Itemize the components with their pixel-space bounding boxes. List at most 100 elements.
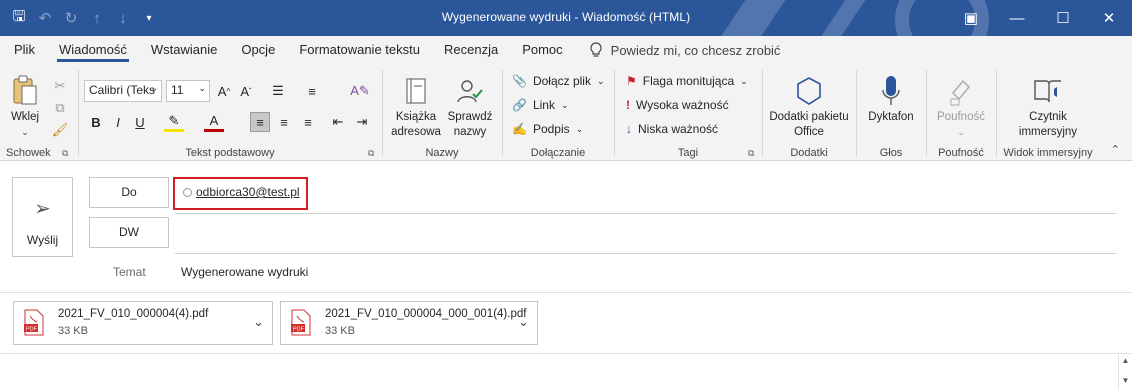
ribbon: Wklej ⌄ ✂ ⧉ 🖌 Schowek ⧉ Calibri (Teks ⌄ …	[0, 64, 1132, 161]
clipboard-launcher-icon[interactable]: ⧉	[62, 148, 72, 158]
align-right-icon[interactable]: ≡	[298, 112, 318, 132]
send-icon: ➢	[34, 198, 51, 220]
font-name-box[interactable]: Calibri (Teks ⌄	[84, 80, 162, 102]
sensitivity-button[interactable]: Poufność ⌄	[932, 74, 990, 140]
font-color-icon[interactable]: A	[204, 112, 224, 132]
grow-font-icon[interactable]: A ^	[214, 81, 234, 101]
scrollbar[interactable]: ▲ ▼	[1118, 355, 1132, 389]
attachment-size: 33 KB	[58, 325, 88, 337]
format-painter-icon[interactable]: 🖌	[50, 120, 70, 140]
tell-me-box[interactable]: Powiedz mi, co chcesz zrobić	[589, 42, 780, 58]
group-label-tags: Tagi	[677, 147, 699, 159]
link-dropdown-icon[interactable]: ⌄	[561, 100, 569, 111]
font-size-dropdown-icon[interactable]: ⌄	[198, 83, 206, 94]
low-importance-label: Niska ważność	[638, 122, 719, 136]
shrink-font-icon[interactable]: Aˇ	[236, 81, 256, 101]
attachment-item[interactable]: PDF 2021_FV_010_000004_000_001(4).pdf 33…	[280, 301, 538, 345]
attach-file-button[interactable]: 📎 Dołącz plik ⌄	[512, 74, 605, 88]
to-button[interactable]: Do	[89, 177, 169, 208]
attachments-divider	[0, 292, 1132, 293]
attachment-size: 33 KB	[325, 325, 355, 337]
link-button[interactable]: 🔗 Link ⌄	[512, 98, 569, 112]
dictate-button[interactable]: Dyktafon	[862, 74, 920, 125]
to-input[interactable]	[175, 185, 1116, 213]
font-name-dropdown-icon[interactable]: ⌄	[150, 83, 158, 94]
group-label-voice: Głos	[879, 147, 903, 159]
tab-format-text[interactable]: Formatowanie tekstu	[287, 36, 432, 64]
group-basic-text: Calibri (Teks ⌄ 11 ⌄ A ^ Aˇ ☰ ≡ A✎ B I U …	[80, 68, 380, 160]
cc-input[interactable]	[175, 221, 1116, 251]
highlight-icon[interactable]: ✎	[164, 112, 184, 132]
ribbon-display-options-icon[interactable]: ▣	[948, 0, 994, 36]
increase-indent-icon[interactable]: ⇥	[352, 112, 372, 132]
minimize-icon[interactable]: —	[994, 0, 1040, 36]
tab-options[interactable]: Opcje	[229, 36, 287, 64]
tags-launcher-icon[interactable]: ⧉	[748, 148, 758, 158]
maximize-icon[interactable]: ☐	[1040, 0, 1086, 36]
immersive-reader-button[interactable]: Czytnik immersyjny	[1006, 74, 1090, 140]
chevron-down-icon[interactable]: ⌄	[253, 314, 264, 330]
title-bar: 🖫 ↶ ↻ ↑ ↓ ▾ Wygenerowane wydruki - Wiado…	[0, 0, 1132, 36]
tab-file[interactable]: Plik	[2, 36, 47, 64]
message-body[interactable]	[0, 355, 1116, 389]
scroll-down-icon[interactable]: ▼	[1119, 375, 1132, 387]
cc-field-underline	[175, 253, 1116, 254]
chevron-down-icon[interactable]: ⌄	[518, 314, 529, 330]
align-left-icon[interactable]: ≡	[250, 112, 270, 132]
tab-review[interactable]: Recenzja	[432, 36, 510, 64]
cc-button[interactable]: DW	[89, 217, 169, 248]
sensitivity-dropdown-icon[interactable]: ⌄	[932, 125, 990, 140]
group-label-immersive: Widok immersyjny	[1003, 147, 1093, 159]
low-importance-icon: ↓	[626, 122, 632, 136]
paste-dropdown-icon[interactable]: ⌄	[6, 125, 44, 140]
close-icon[interactable]: ✕	[1086, 0, 1132, 36]
send-label: Wyślij	[26, 233, 59, 247]
attach-file-dropdown-icon[interactable]: ⌄	[597, 76, 605, 87]
address-book-button[interactable]: Książka adresowa	[388, 74, 444, 140]
align-center-icon[interactable]: ≡	[274, 112, 294, 132]
decrease-indent-icon[interactable]: ⇤	[328, 112, 348, 132]
scroll-up-icon[interactable]: ▲	[1119, 355, 1132, 367]
follow-up-button[interactable]: ⚑ Flaga monitująca ⌄	[626, 74, 748, 88]
attach-file-label: Dołącz plik	[532, 74, 591, 88]
subject-label: Temat	[113, 265, 146, 279]
bullets-icon[interactable]: ☰	[268, 81, 288, 101]
low-importance-button[interactable]: ↓ Niska ważność	[626, 122, 718, 136]
basic-text-launcher-icon[interactable]: ⧉	[368, 148, 378, 158]
styles-icon[interactable]: A✎	[350, 81, 370, 101]
underline-icon[interactable]: U	[130, 112, 150, 132]
check-names-button[interactable]: Sprawdź nazwy	[444, 74, 496, 140]
signature-dropdown-icon[interactable]: ⌄	[576, 124, 584, 135]
paste-icon	[13, 75, 37, 105]
tab-help[interactable]: Pomoc	[510, 36, 574, 64]
copy-icon[interactable]: ⧉	[50, 98, 70, 118]
tab-message[interactable]: Wiadomość	[47, 36, 139, 64]
office-addins-button[interactable]: Dodatki pakietu Office	[768, 74, 850, 140]
office-addins-label: Dodatki pakietu Office	[769, 111, 849, 138]
cut-icon[interactable]: ✂	[50, 76, 70, 96]
high-importance-button[interactable]: ! Wysoka ważność	[626, 98, 729, 112]
tab-insert[interactable]: Wstawianie	[139, 36, 229, 64]
font-size-box[interactable]: 11 ⌄	[166, 80, 210, 102]
send-button[interactable]: ➢ Wyślij	[12, 177, 73, 257]
check-names-icon	[457, 80, 483, 103]
italic-icon[interactable]: I	[108, 112, 128, 132]
immersive-reader-icon	[1034, 80, 1061, 103]
group-names: Książka adresowa Sprawdź nazwy Nazwy	[384, 68, 500, 160]
sensitivity-icon	[950, 79, 970, 106]
dictate-label: Dyktafon	[868, 111, 914, 123]
follow-up-dropdown-icon[interactable]: ⌄	[740, 76, 748, 87]
paste-button[interactable]: Wklej ⌄	[6, 74, 44, 140]
sensitivity-label: Poufność	[937, 111, 985, 123]
group-label-include: Dołączanie	[530, 147, 586, 159]
collapse-ribbon-icon[interactable]: ⌃	[1111, 143, 1120, 156]
signature-icon: ✍	[512, 122, 527, 136]
group-addins: Dodatki pakietu Office Dodatki	[764, 68, 854, 160]
signature-button[interactable]: ✍ Podpis ⌄	[512, 122, 583, 136]
attachment-item[interactable]: PDF 2021_FV_010_000004(4).pdf 33 KB ⌄	[13, 301, 273, 345]
numbering-icon[interactable]: ≡	[302, 81, 322, 101]
subject-input[interactable]: Wygenerowane wydruki	[181, 265, 308, 279]
immersive-reader-label: Czytnik immersyjny	[1018, 111, 1078, 138]
bold-icon[interactable]: B	[86, 112, 106, 132]
group-label-names: Nazwy	[425, 147, 459, 159]
